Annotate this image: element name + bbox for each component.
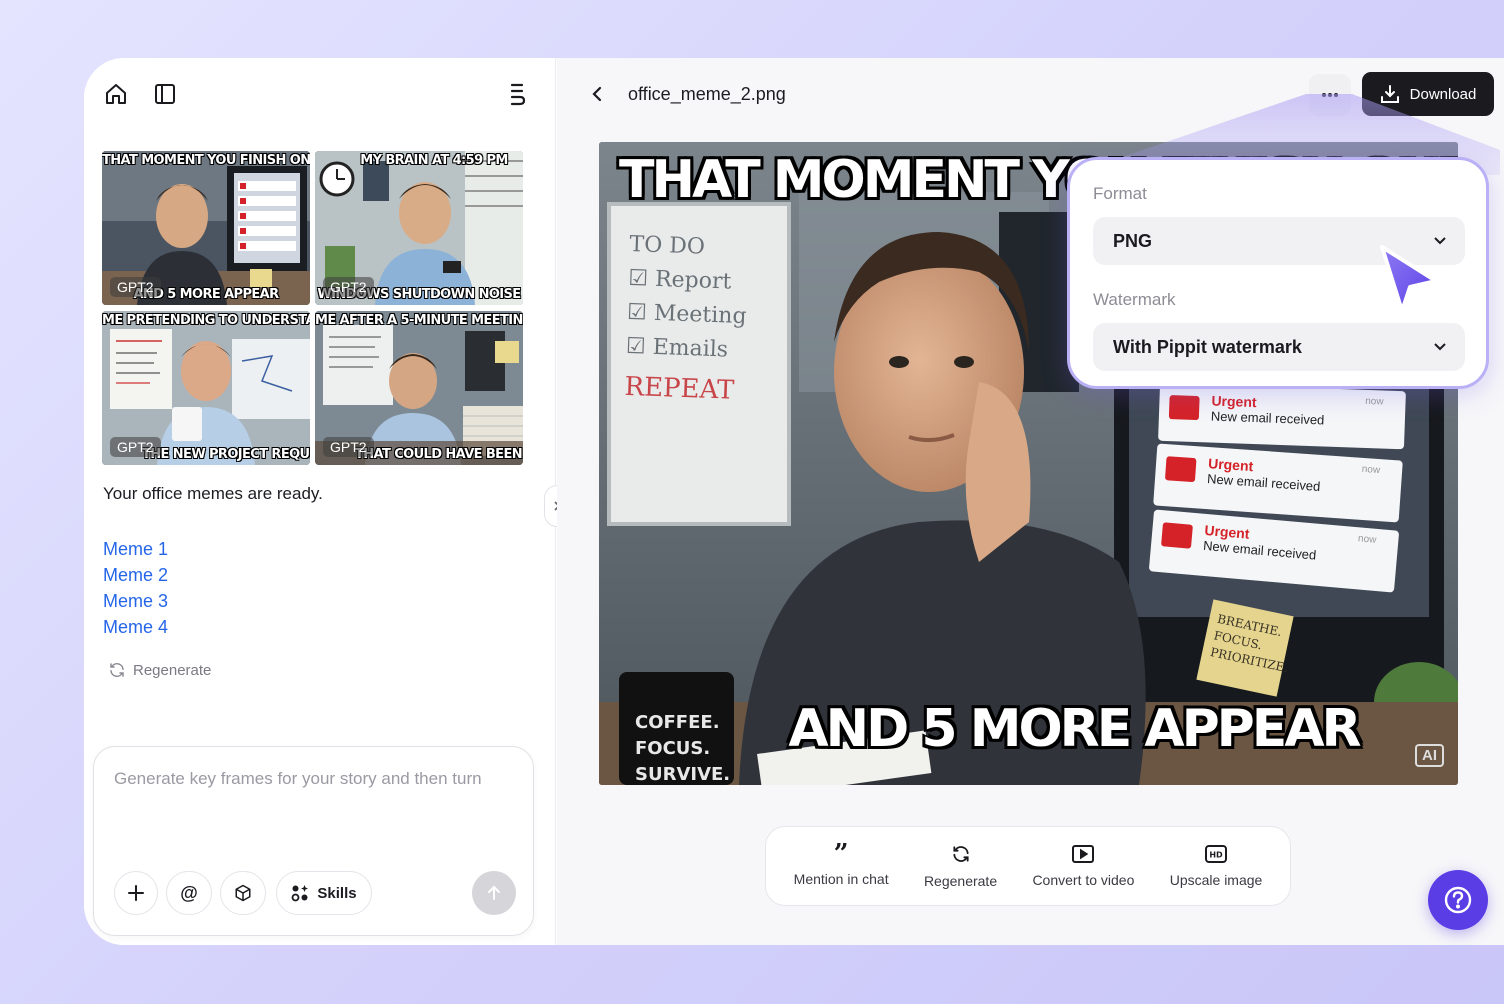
meme-link-3[interactable]: Meme 3 [103,588,168,614]
meme-top-caption: THAT MOMENT YOU FINISH ONE TASK [102,153,310,168]
format-value: PNG [1113,230,1153,251]
download-icon [1380,85,1399,103]
meme-grid: THAT MOMENT YOU FINISH ONE TASK AND 5 MO… [102,151,523,465]
model-badge: GPT2 [323,277,374,297]
whiteboard-line: ☑ Report [627,265,732,295]
watermark-label: Watermark [1093,290,1176,309]
skills-icon [291,885,309,902]
skills-button[interactable]: Skills [276,871,372,915]
mail-icon [1160,522,1193,549]
new-chat-icon[interactable] [502,78,534,110]
watermark-value: With Pippit watermark [1113,336,1302,357]
image-action-toolbar: ” Mention in chat Regenerate Convert to … [765,826,1291,906]
prompt-input[interactable]: Generate key frames for your story and t… [114,769,514,789]
regenerate-image-button[interactable]: Regenerate [924,844,997,889]
format-label: Format [1093,184,1147,203]
hd-icon: HD [1205,844,1228,863]
more-options-button[interactable] [1309,74,1351,116]
whiteboard-text: TO DO ☑ Report ☑ Meeting ☑ Emails REPEAT [624,228,749,408]
cursor-pointer-icon [1380,245,1438,313]
regenerate-image-label: Regenerate [923,872,998,889]
whiteboard-line: ☑ Meeting [626,299,747,330]
meme-thumbnail-2[interactable]: MY BRAIN AT 4:59 PM WINDOWS SHUTDOWN NOI… [315,151,523,305]
question-icon [1444,886,1472,914]
model-badge: GPT2 [110,277,161,297]
mention-in-chat-button[interactable]: ” Mention in chat [793,838,889,887]
email-notification: Urgent New email received now [1158,382,1406,450]
meme-link-2[interactable]: Meme 2 [103,562,168,588]
convert-to-video-label: Convert to video [1032,871,1135,888]
model-badge: GPT2 [110,437,161,457]
skills-label: Skills [317,884,357,902]
plus-icon [128,885,144,901]
whiteboard-line: TO DO [629,231,706,260]
refresh-icon [110,662,124,678]
mention-in-chat-label: Mention in chat [793,870,889,887]
email-time: now [1365,395,1384,408]
upscale-image-button[interactable]: HD Upscale image [1169,844,1263,888]
arrow-up-icon [488,885,500,900]
meme-top-caption: MY BRAIN AT 4:59 PM [360,153,508,168]
email-time: now [1357,533,1377,546]
chat-composer: Generate key frames for your story and t… [93,746,534,936]
ai-tag: AI [1415,744,1444,767]
quote-icon: ” [833,838,849,869]
add-button[interactable] [114,871,158,915]
model-badge: GPT2 [323,437,374,457]
sticky-note: BREATHE. FOCUS. PRIORITIZE. [1196,599,1294,697]
meme-bottom-caption: AND 5 MORE APPEAR [788,699,1361,759]
cube-icon [235,884,251,902]
whiteboard-line: ☑ Emails [625,333,729,363]
ellipsis-icon [1322,93,1338,97]
model-button[interactable] [220,871,266,915]
meme-thumbnail-4[interactable]: ME AFTER A 5-MINUTE MEETING THAT COULD H… [315,311,523,465]
download-button[interactable]: Download [1362,72,1494,116]
file-title: office_meme_2.png [628,84,786,104]
whiteboard-line: REPEAT [624,371,735,406]
back-button[interactable] [583,80,611,108]
play-video-icon [1072,844,1095,863]
regenerate-label: Regenerate [133,661,212,679]
email-time: now [1361,463,1381,477]
meme-thumbnail-3[interactable]: ME PRETENDING TO UNDERSTAND THE NEW PROJ… [102,311,310,465]
chevron-left-icon [592,86,602,102]
watermark-select[interactable]: With Pippit watermark [1093,323,1465,371]
at-icon: @ [180,882,198,903]
svg-text:HD: HD [1209,850,1223,859]
convert-to-video-button[interactable]: Convert to video [1032,844,1135,888]
meme-top-caption: ME AFTER A 5-MINUTE MEETING [315,313,523,328]
meme-link-1[interactable]: Meme 1 [103,536,168,562]
regenerate-button[interactable]: Regenerate [108,661,211,679]
meme-links: Meme 1 Meme 2 Meme 3 Meme 4 [103,536,168,640]
mention-button[interactable]: @ [166,871,212,915]
chat-panel: THAT MOMENT YOU FINISH ONE TASK AND 5 MO… [84,58,556,945]
chevron-down-icon [1434,343,1446,351]
download-label: Download [1409,85,1477,103]
ready-message: Your office memes are ready. [103,484,323,503]
meme-top-caption: ME PRETENDING TO UNDERSTAND [102,313,310,328]
meme-link-4[interactable]: Meme 4 [103,614,168,640]
refresh-icon [952,845,969,862]
help-button[interactable] [1428,870,1488,930]
send-button[interactable] [472,871,516,915]
upscale-image-label: Upscale image [1169,871,1263,888]
mail-icon [1168,395,1200,421]
sidebar-toggle-icon[interactable] [149,78,181,110]
mail-icon [1164,456,1197,483]
home-icon[interactable] [100,78,132,110]
meme-thumbnail-1[interactable]: THAT MOMENT YOU FINISH ONE TASK AND 5 MO… [102,151,310,305]
